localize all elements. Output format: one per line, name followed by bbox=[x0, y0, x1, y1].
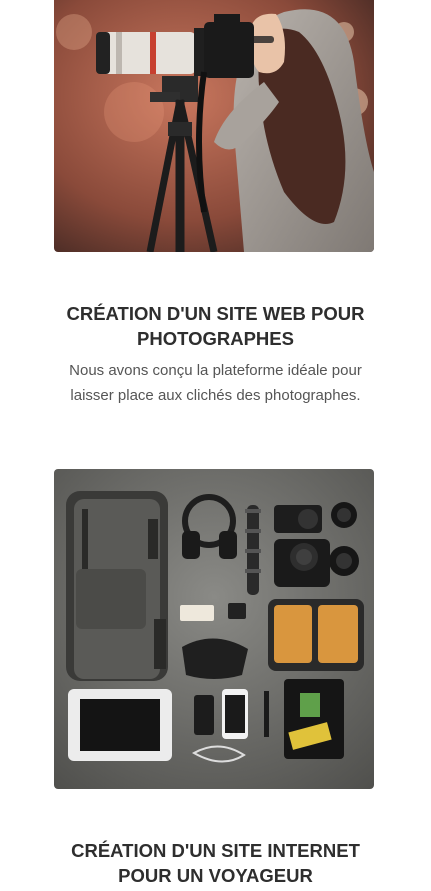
card-title-line: CRÉATION D'UN SITE WEB POUR bbox=[66, 303, 365, 324]
card-title-line: POUR UN VOYAGEUR bbox=[118, 865, 313, 886]
travel-gear-illustration bbox=[54, 469, 374, 789]
card-description-line: laisser place aux clichés des photograph… bbox=[70, 387, 361, 404]
travel-gear-image[interactable] bbox=[54, 469, 374, 789]
card-title-line: CRÉATION D'UN SITE INTERNET bbox=[71, 840, 360, 861]
card-description: Nous avons conçu la plateforme idéale po… bbox=[40, 358, 391, 408]
card-title-traveler[interactable]: CRÉATION D'UN SITE INTERNET POUR UN VOYA… bbox=[30, 838, 401, 888]
card-title-photographers[interactable]: CRÉATION D'UN SITE WEB POUR PHOTOGRAPHES bbox=[30, 301, 401, 351]
card-title-line: PHOTOGRAPHES bbox=[137, 328, 294, 349]
card-description-line: Nous avons conçu la plateforme idéale po… bbox=[69, 362, 362, 379]
photographer-illustration bbox=[54, 0, 374, 252]
photographer-image[interactable] bbox=[54, 0, 374, 252]
